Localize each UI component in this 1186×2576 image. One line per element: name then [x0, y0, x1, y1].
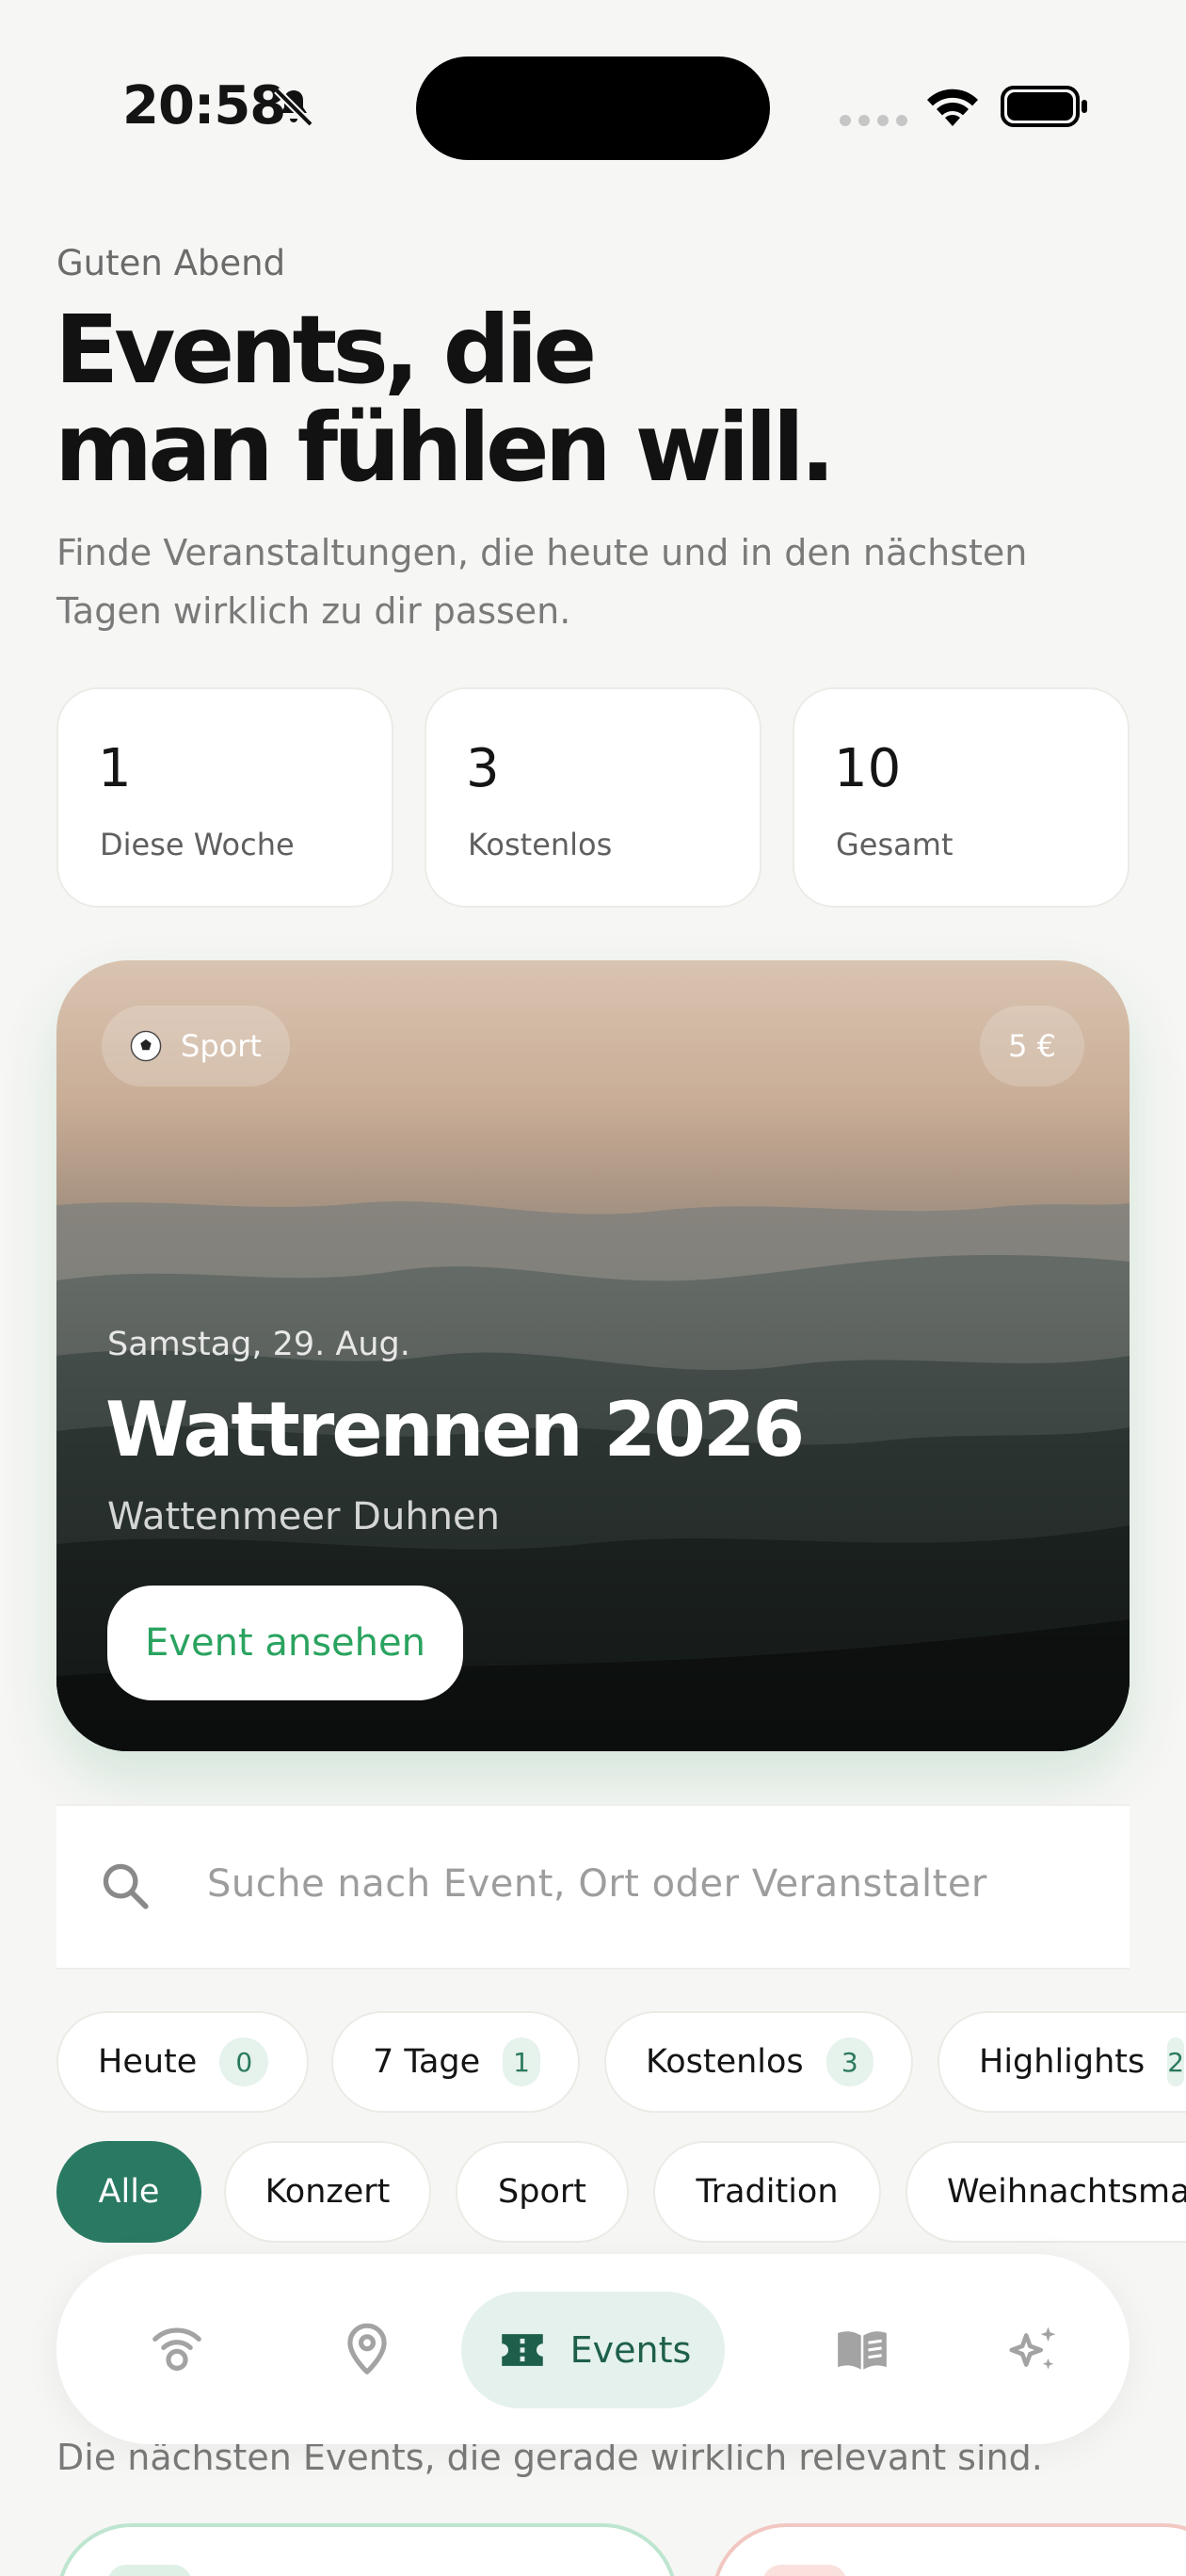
nav-events-label: Events — [569, 2329, 692, 2371]
filter-chip-free[interactable]: Kostenlos 3 — [604, 2011, 913, 2113]
search-input[interactable]: Suche nach Event, Ort oder Veranstalter — [56, 1804, 1130, 1970]
category-chip-concert[interactable]: Konzert — [224, 2141, 431, 2243]
stat-card-free: 3 Kostenlos — [425, 687, 761, 908]
ticket-icon — [501, 2334, 543, 2366]
filter-chip-highlights[interactable]: Highlights 2 — [938, 2011, 1186, 2113]
location-pin-icon — [347, 2323, 387, 2375]
category-label: Sport — [181, 1028, 262, 1064]
stat-value: 1 — [98, 738, 132, 799]
broadcast-icon — [152, 2327, 201, 2371]
category-chip-all[interactable]: Alle — [56, 2141, 201, 2243]
status-bar: 20:58 — [0, 0, 1186, 188]
page-title-line-1: Events, die — [55, 295, 597, 405]
dynamic-island — [416, 56, 770, 160]
page-subtitle: Finde Veranstaltungen, die heute und in … — [56, 532, 1028, 632]
event-title: Wattrennen 2026 — [105, 1386, 805, 1473]
stat-card-total: 10 Gesamt — [793, 687, 1130, 908]
search-placeholder: Suche nach Event, Ort oder Veranstalter — [207, 1862, 987, 1906]
chip-count: 1 — [503, 2037, 540, 2086]
event-list-card-badge — [762, 2565, 847, 2576]
chip-count: 2 — [1167, 2037, 1185, 2086]
nav-guide[interactable] — [804, 2292, 921, 2408]
sparkles-icon — [1009, 2326, 1056, 2370]
wifi-icon — [927, 89, 978, 126]
nav-live[interactable] — [119, 2292, 235, 2408]
bell-muted-icon — [274, 88, 313, 127]
filter-chip-today[interactable]: Heute 0 — [56, 2011, 309, 2113]
page-title: Events, die man fühlen will. — [55, 301, 902, 497]
event-list-card-badge — [107, 2565, 192, 2576]
nav-events[interactable]: Events — [461, 2292, 725, 2408]
nav-map[interactable] — [309, 2292, 425, 2408]
category-chip-sport[interactable]: Sport — [456, 2141, 629, 2243]
chip-label: Heute — [98, 2043, 198, 2081]
stat-label: Kostenlos — [468, 827, 613, 862]
book-icon — [838, 2331, 887, 2370]
price-badge: 5 € — [980, 1006, 1084, 1087]
stat-value: 3 — [466, 738, 500, 799]
stat-card-this-week: 1 Diese Woche — [56, 687, 393, 908]
chip-label: Kostenlos — [646, 2043, 804, 2081]
event-list-card[interactable] — [712, 2523, 1186, 2576]
page-title-line-2: man fühlen will. — [55, 393, 836, 503]
bottom-navigation: Events — [56, 2254, 1130, 2444]
chip-label: Highlights — [979, 2043, 1146, 2081]
event-date: Samstag, 29. Aug. — [107, 1326, 410, 1363]
greeting: Guten Abend — [56, 243, 286, 283]
chip-count: 0 — [219, 2037, 269, 2086]
view-event-button[interactable]: Event ansehen — [107, 1586, 463, 1700]
nav-discover[interactable] — [975, 2292, 1092, 2408]
filter-chip-7-days[interactable]: 7 Tage 1 — [331, 2011, 580, 2113]
cellular-signal-icon — [840, 115, 907, 126]
chip-label: 7 Tage — [373, 2043, 481, 2081]
category-chip-tradition[interactable]: Tradition — [653, 2141, 881, 2243]
category-badge: Sport — [102, 1006, 290, 1087]
featured-event-card[interactable]: Sport 5 € Samstag, 29. Aug. Wattrennen 2… — [56, 960, 1130, 1751]
stat-label: Gesamt — [836, 827, 954, 862]
chip-count: 3 — [825, 2037, 873, 2086]
search-icon — [103, 1863, 149, 1909]
category-chip-christmas-market[interactable]: Weihnachtsmarkt — [906, 2141, 1186, 2243]
stat-value: 10 — [834, 738, 902, 799]
battery-icon — [1001, 86, 1087, 127]
stat-label: Diese Woche — [100, 827, 295, 862]
event-location: Wattenmeer Duhnen — [107, 1495, 500, 1538]
status-time: 20:58 — [122, 75, 286, 137]
soccer-ball-icon — [130, 1030, 162, 1062]
event-list-card[interactable] — [56, 2523, 678, 2576]
